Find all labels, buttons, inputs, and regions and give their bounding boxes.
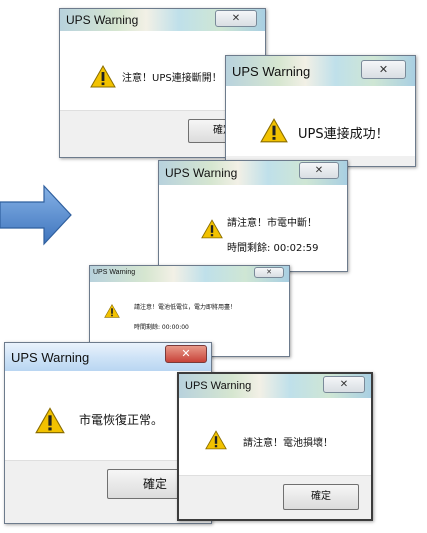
dialog-body: UPS連接成功！ [226, 86, 415, 156]
right-arrow-icon [0, 184, 72, 246]
close-button[interactable]: ✕ [254, 267, 284, 278]
dialog-title: UPS Warning [165, 166, 238, 180]
dialog-message: 請注意！電池損壞！ [243, 438, 333, 449]
title-bar: UPS Warning ✕ [159, 161, 347, 185]
dialog-ups-connected: UPS Warning ✕ UPS連接成功！ [225, 55, 416, 167]
dialog-message: 請注意！電池低電位，電力即將用盡！ [134, 304, 237, 311]
dialog-message: UPS連接成功！ [298, 127, 389, 142]
close-button[interactable]: ✕ [165, 345, 207, 363]
dialog-title: UPS Warning [11, 350, 90, 365]
title-bar: UPS Warning ✕ [60, 9, 265, 31]
warning-triangle-icon [201, 219, 223, 239]
close-button[interactable]: ✕ [361, 60, 406, 79]
dialog-title: UPS Warning [232, 64, 311, 79]
warning-triangle-icon [260, 118, 288, 143]
dialog-message: 注意！UPS連接斷開！ [122, 73, 222, 84]
dialog-message: 市電恢復正常。 [79, 413, 164, 427]
dialog-title: UPS Warning [66, 13, 139, 27]
dialog-battery-damaged: UPS Warning ✕ 請注意！電池損壞！ 確定 [177, 372, 373, 521]
dialog-footer: 確定 [179, 475, 371, 519]
close-button[interactable]: ✕ [323, 376, 365, 393]
dialog-mains-interrupted: UPS Warning ✕ 請注意！市電中斷！ 時間剩餘: 00:02:59 [158, 160, 348, 272]
title-bar: UPS Warning ✕ [90, 266, 289, 282]
warning-triangle-icon [104, 304, 120, 318]
warning-triangle-icon [35, 407, 65, 434]
time-remaining: 時間剩餘: 00:00:00 [134, 324, 189, 331]
ok-button[interactable]: 確定 [283, 484, 359, 510]
title-bar: UPS Warning ✕ [179, 374, 371, 398]
close-button[interactable]: ✕ [215, 10, 257, 27]
dialog-title: UPS Warning [185, 380, 252, 392]
dialog-body: 請注意！電池損壞！ [179, 398, 371, 476]
title-bar: UPS Warning ✕ [5, 343, 211, 371]
dialog-message: 請注意！市電中斷！ [227, 218, 317, 229]
dialog-title: UPS Warning [93, 269, 136, 276]
warning-triangle-icon [90, 65, 116, 88]
dialog-body: 請注意！市電中斷！ 時間剩餘: 00:02:59 [159, 185, 347, 271]
warning-triangle-icon [205, 430, 227, 450]
close-button[interactable]: ✕ [299, 162, 339, 179]
time-remaining: 時間剩餘: 00:02:59 [227, 243, 319, 254]
title-bar: UPS Warning ✕ [226, 56, 415, 86]
